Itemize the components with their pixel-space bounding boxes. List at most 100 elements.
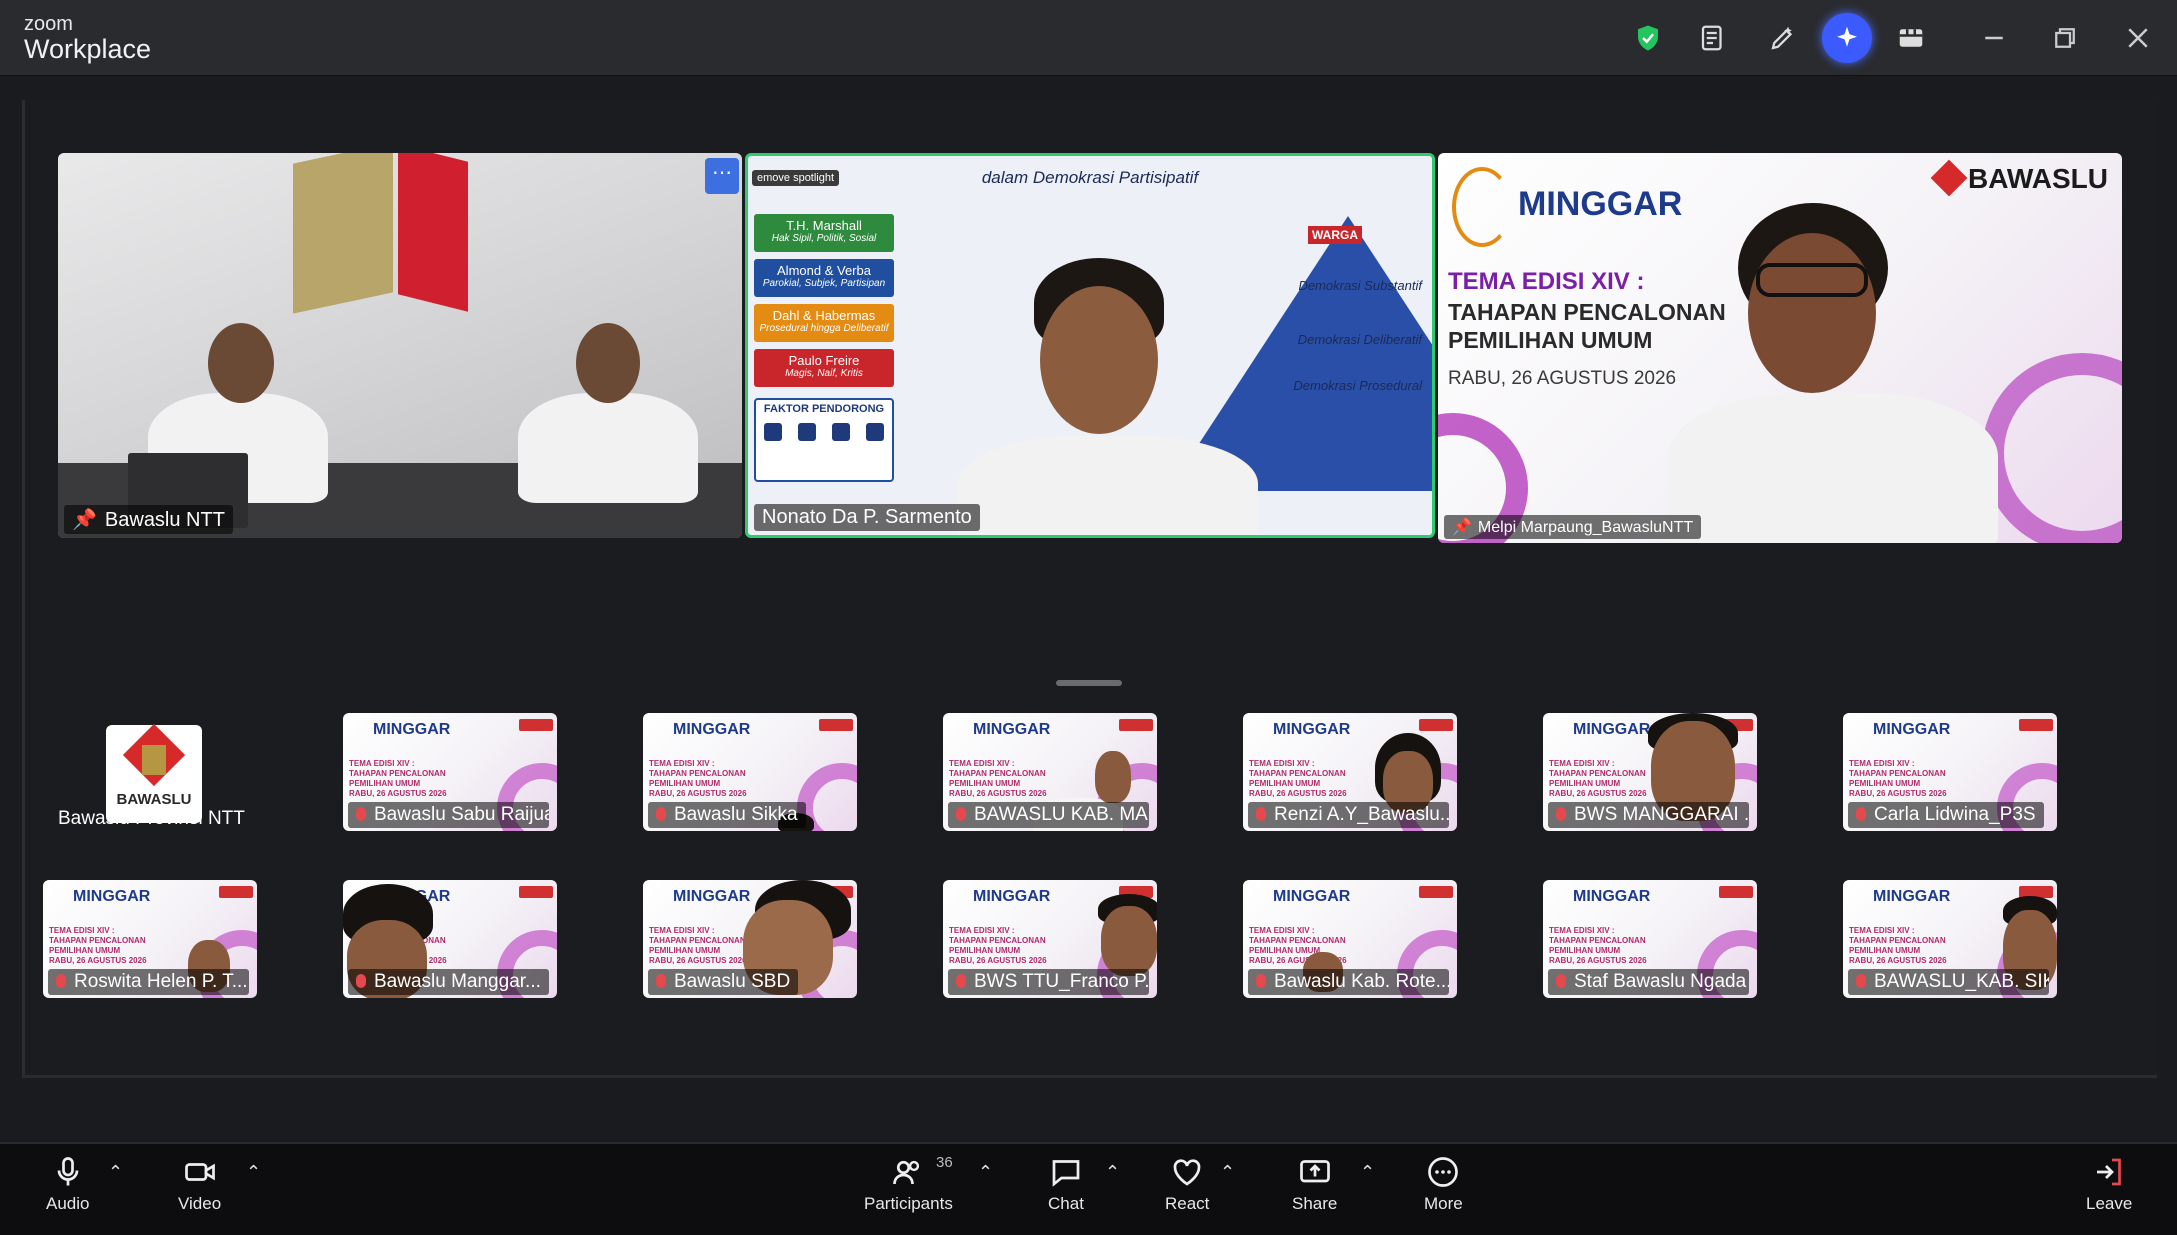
- audio-options-chevron-icon[interactable]: ⌃: [108, 1162, 123, 1183]
- slide-band: Dahl & Habermas Prosedural hingga Deliber…: [754, 304, 894, 342]
- video-tile-bawaslu-ntt[interactable]: 📌 Bawaslu NTT: [58, 153, 742, 538]
- chat-button[interactable]: Chat: [1048, 1154, 1084, 1214]
- mic-muted-icon: [356, 807, 366, 821]
- thumb-logo: [519, 719, 553, 731]
- slide-band: T.H. Marshall Hak Sipil, Politik, Sosial: [754, 214, 894, 252]
- close-icon[interactable]: [2122, 22, 2154, 54]
- band-sub: Magis, Naif, Kritis: [785, 368, 863, 379]
- participants-icon: [893, 1160, 920, 1185]
- video-tile-bawaslu-provinsi-ntt[interactable]: BAWASLU Bawaslu Provinsi NTT: [46, 717, 260, 835]
- band-title: T.H. Marshall: [786, 218, 862, 233]
- shield-icon[interactable]: [1632, 22, 1664, 54]
- slide-band: Paulo Freire Magis, Naif, Kritis: [754, 349, 894, 387]
- participant-face: [1101, 906, 1157, 976]
- video-tile[interactable]: MINGGARTEMA EDISI XIV : TAHAPAN PENCALON…: [1243, 880, 1457, 998]
- thumb-title: MINGGAR: [1573, 721, 1651, 738]
- video-tile[interactable]: MINGGAR TEMA EDISI XIV : TAHAPAN PENCALON…: [1543, 713, 1757, 831]
- audio-label: Audio: [46, 1194, 90, 1213]
- mic-muted-icon: [56, 974, 66, 988]
- thumb-tema: TEMA EDISI XIV : TAHAPAN PENCALONAN PEMI…: [349, 759, 447, 798]
- decor-arc: [1982, 353, 2122, 543]
- thumb-title: MINGGAR: [973, 721, 1051, 738]
- thumb-logo: [819, 719, 853, 731]
- video-tile[interactable]: MINGGAR TEMA EDISI XIV : TAHAPAN PENCALON…: [643, 713, 857, 831]
- video-button[interactable]: Video: [178, 1154, 221, 1214]
- minggar-logo-mark: [1452, 167, 1512, 247]
- participant-name: Bawaslu SBD: [648, 969, 799, 995]
- minimize-icon[interactable]: [1978, 22, 2010, 54]
- thumb-title: MINGGAR: [373, 721, 451, 738]
- thumb-tema: TEMA EDISI XIV : TAHAPAN PENCALONAN PEMI…: [1849, 759, 1947, 798]
- mic-muted-icon: [656, 974, 666, 988]
- thumb-tema: TEMA EDISI XIV : TAHAPAN PENCALONAN PEMI…: [949, 759, 1047, 798]
- thumb-tema: TEMA EDISI XIV : TAHAPAN PENCALONAN PEMI…: [649, 759, 747, 798]
- participant-name: Bawaslu Kab. Rote...: [1248, 969, 1450, 995]
- faktor-icon: [866, 423, 884, 441]
- video-tile[interactable]: MINGGARTEMA EDISI XIV : TAHAPAN PENCALON…: [943, 880, 1157, 998]
- demo-label: Demokrasi Deliberatif: [1297, 332, 1422, 347]
- video-tile[interactable]: MINGGARTEMA EDISI XIV : TAHAPAN PENCALON…: [343, 880, 557, 998]
- leave-icon: [2097, 1158, 2122, 1186]
- pen-icon[interactable]: [1767, 22, 1799, 54]
- share-options-chevron-icon[interactable]: ⌃: [1360, 1162, 1375, 1183]
- thumb-tema: TEMA EDISI XIV : TAHAPAN PENCALONAN PEMI…: [49, 926, 147, 965]
- share-icon: [1299, 1160, 1330, 1183]
- video-tile[interactable]: MINGGARTEMA EDISI XIV : TAHAPAN PENCALON…: [1843, 880, 2057, 998]
- more-icon: [1428, 1157, 1459, 1187]
- react-options-chevron-icon[interactable]: ⌃: [1220, 1162, 1235, 1183]
- share-button[interactable]: Share: [1292, 1154, 1337, 1214]
- thumb-tema: TEMA EDISI XIV : TAHAPAN PENCALONAN PEMI…: [949, 926, 1047, 965]
- video-tile[interactable]: MINGGAR TEMA EDISI XIV : TAHAPAN PENCALON…: [943, 713, 1157, 831]
- band-title: Almond & Verba: [777, 263, 871, 278]
- tema-line: TAHAPAN PENCALONAN: [1448, 299, 1726, 325]
- mic-muted-icon: [656, 807, 666, 821]
- thumb-logo: [1719, 886, 1753, 898]
- thumb-logo: [519, 886, 553, 898]
- chat-options-chevron-icon[interactable]: ⌃: [1105, 1162, 1120, 1183]
- participant-name: Staf Bawaslu Ngada: [1548, 969, 1750, 995]
- video-label: Video: [178, 1194, 222, 1213]
- video-tile-speaker[interactable]: emove spotlight dalam Demokrasi Partisip…: [745, 153, 1435, 538]
- mic-muted-icon: [1256, 974, 1266, 988]
- leave-label: Leave: [2086, 1194, 2133, 1213]
- video-tile[interactable]: MINGGARTEMA EDISI XIV : TAHAPAN PENCALON…: [1543, 880, 1757, 998]
- bawaslu-cube-inner: [142, 745, 166, 775]
- video-tile-melpi[interactable]: MINGGAR TEMA EDISI XIV : TAHAPAN PENCALO…: [1438, 153, 2122, 543]
- video-tile[interactable]: MINGGARTEMA EDISI XIV : TAHAPAN PENCALON…: [43, 880, 257, 998]
- band-sub: Hak Sipil, Politik, Sosial: [771, 233, 877, 244]
- thumb-title: MINGGAR: [673, 721, 751, 738]
- thumb-tema: TEMA EDISI XIV : TAHAPAN PENCALONAN PEMI…: [1549, 759, 1647, 798]
- participant-figure: [518, 393, 698, 503]
- participant-name: Bawaslu Sikka: [648, 802, 806, 828]
- resize-handle[interactable]: [1056, 680, 1122, 686]
- participants-options-chevron-icon[interactable]: ⌃: [978, 1162, 993, 1183]
- notes-icon[interactable]: [1697, 22, 1729, 54]
- video-tile[interactable]: MINGGARTEMA EDISI XIV : TAHAPAN PENCALON…: [1843, 713, 2057, 831]
- faktor-title: FAKTOR PENDORONG: [763, 403, 885, 415]
- more-options-button[interactable]: ⋯: [705, 158, 739, 194]
- participant-name: Bawaslu Sabu Raijua: [348, 802, 550, 828]
- thumb-logo: [2019, 719, 2053, 731]
- audio-button[interactable]: Audio: [46, 1154, 89, 1214]
- ai-companion-icon[interactable]: [1822, 13, 1872, 63]
- zoom-window: zoom Workplace 📌 Bawaslu NTT ⋯ emove spo…: [0, 0, 2177, 1235]
- video-tile[interactable]: MINGGAR TEMA EDISI XIV : TAHAPAN PENCALON…: [343, 713, 557, 831]
- speaker-face: [1040, 286, 1158, 434]
- video-options-chevron-icon[interactable]: ⌃: [246, 1162, 261, 1183]
- more-button[interactable]: More: [1424, 1154, 1463, 1214]
- react-label: React: [1165, 1194, 1210, 1213]
- video-tile[interactable]: MINGGARTEMA EDISI XIV : TAHAPAN PENCALON…: [1243, 713, 1457, 831]
- apps-icon[interactable]: [1895, 22, 1927, 54]
- restore-icon[interactable]: [2049, 22, 2081, 54]
- video-tile[interactable]: MINGGARTEMA EDISI XIV : TAHAPAN PENCALON…: [643, 880, 857, 998]
- react-button[interactable]: React: [1165, 1154, 1209, 1214]
- leave-button[interactable]: Leave: [2086, 1154, 2132, 1214]
- participant-name: Nonato Da P. Sarmento: [754, 504, 980, 531]
- wall-shape: [398, 153, 468, 312]
- participant-face: [1748, 233, 1876, 393]
- tema-title: TAHAPAN PENCALONAN PEMILIHAN UMUM: [1448, 298, 1726, 354]
- participant-name: Roswita Helen P. T...: [48, 969, 250, 995]
- slide-title: dalam Demokrasi Partisipatif: [981, 168, 1199, 187]
- faktor-box: FAKTOR PENDORONG: [754, 398, 894, 482]
- band-sub: Prosedural hingga Deliberatif: [759, 323, 889, 334]
